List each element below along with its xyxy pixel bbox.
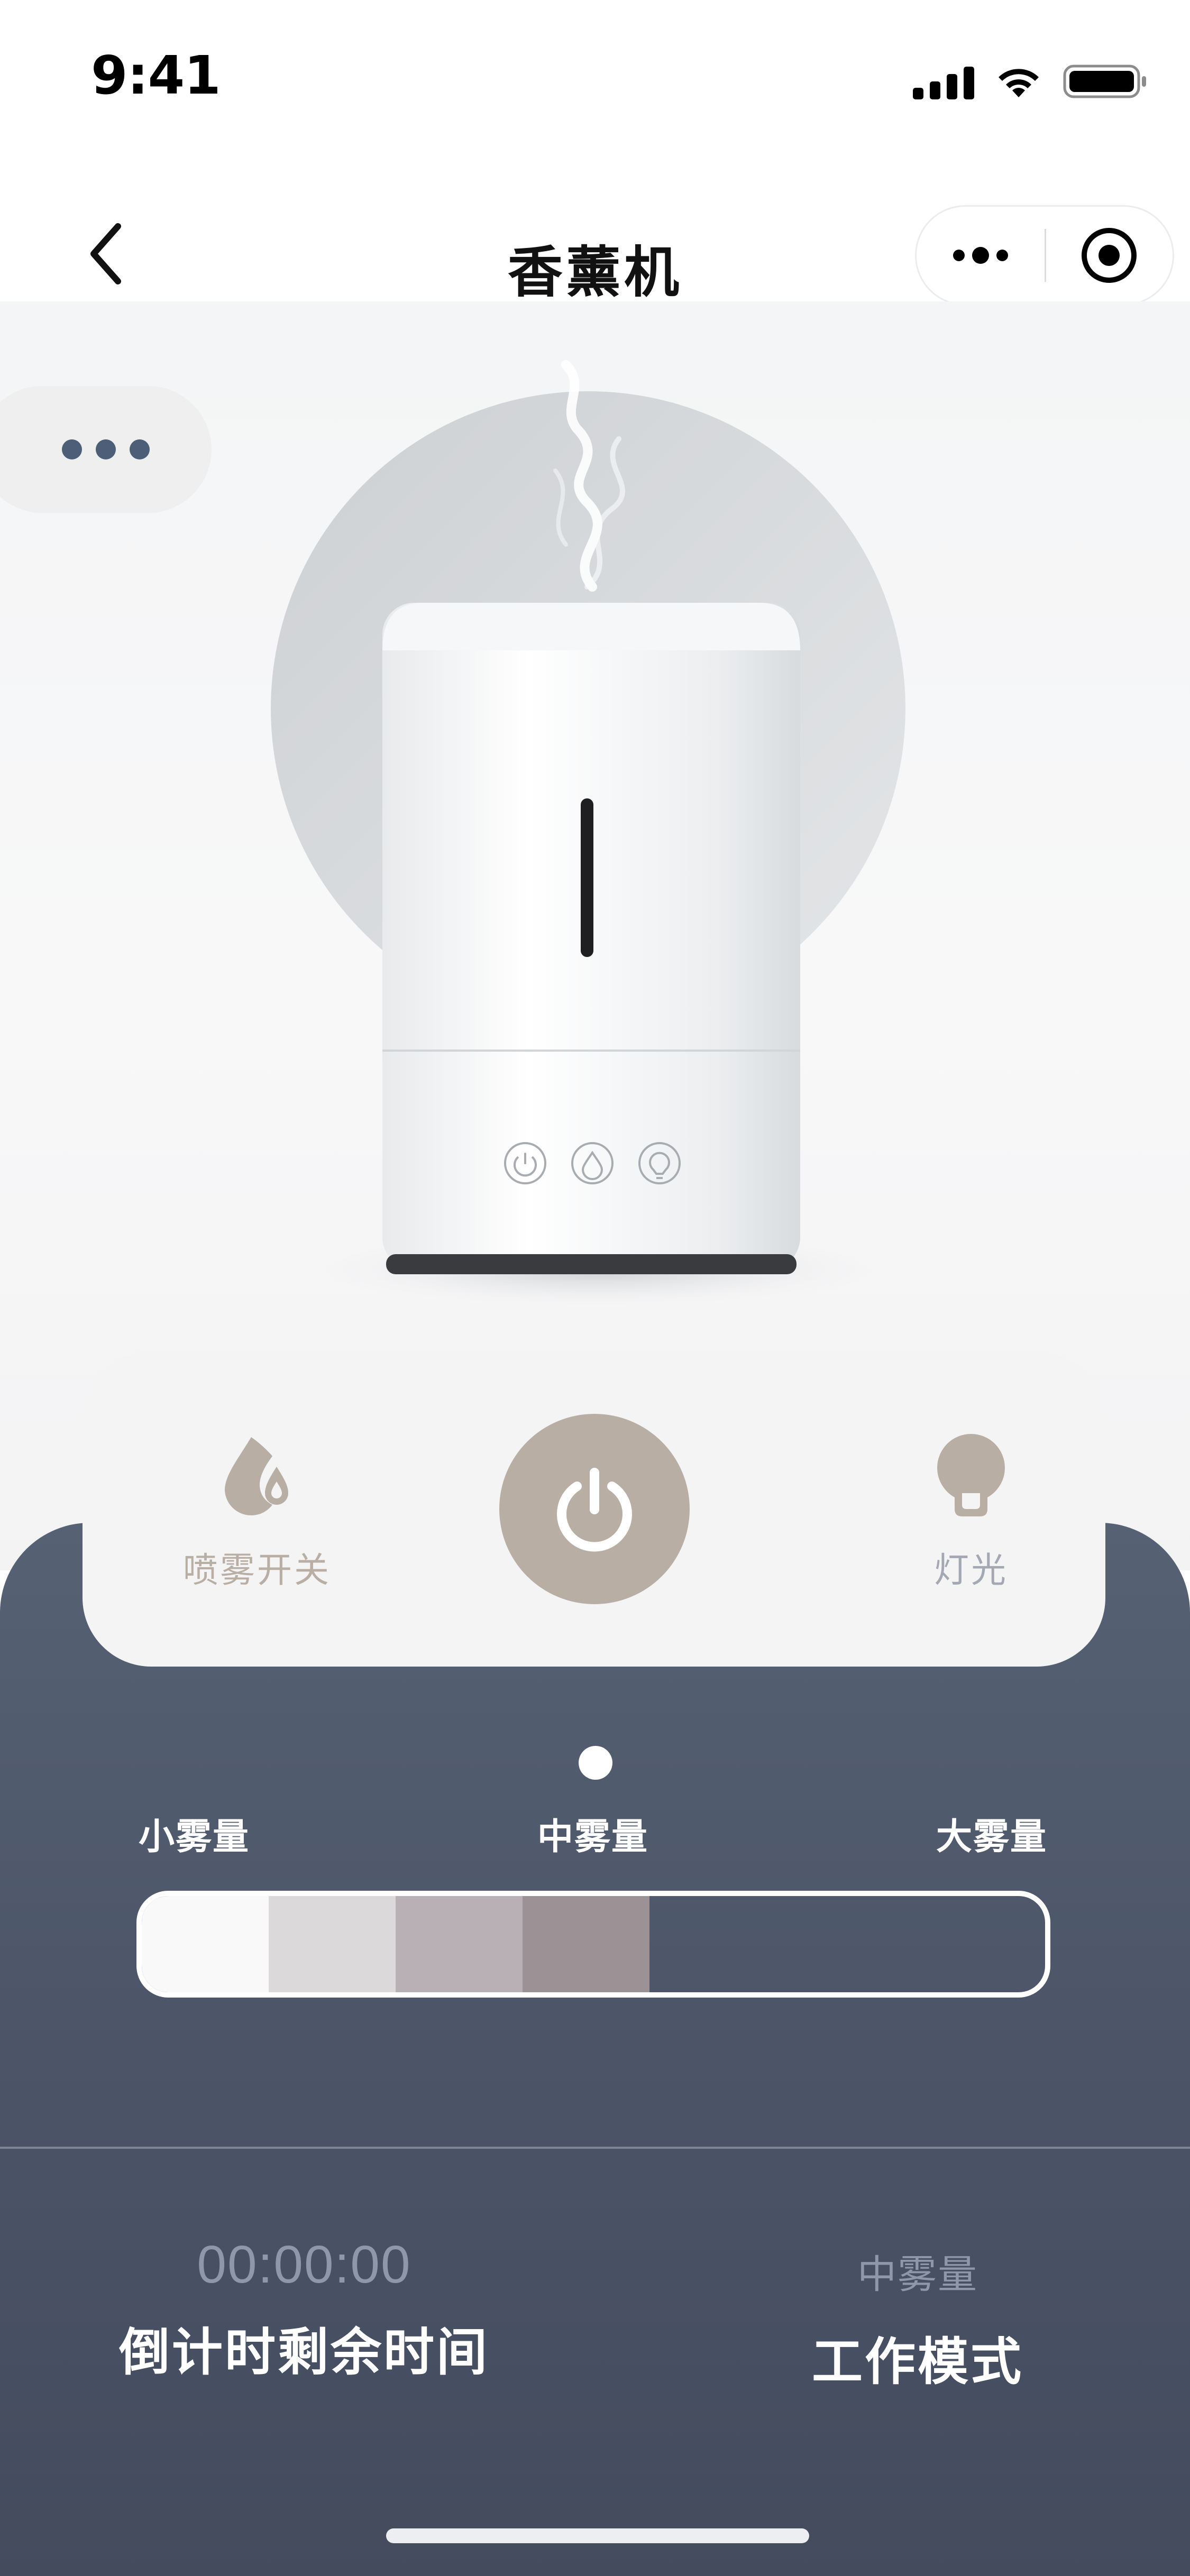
work-mode-caption: 工作模式 — [812, 2332, 1023, 2391]
more-dots-icon — [62, 439, 150, 459]
countdown-stat[interactable]: 00:00:00 倒计时剩余时间 — [85, 2234, 524, 2385]
countdown-value: 00:00:00 — [197, 2235, 411, 2294]
mist-level-segment — [523, 1896, 649, 1992]
light-toggle[interactable]: 灯光 — [860, 1431, 1082, 1593]
spray-toggle[interactable]: 喷雾开关 — [146, 1431, 368, 1593]
countdown-caption: 倒计时剩余时间 — [119, 2323, 489, 2382]
light-toggle-label: 灯光 — [934, 1550, 1008, 1590]
slider-position-dot — [579, 1746, 612, 1780]
level-label-small[interactable]: 小雾量 — [139, 1807, 250, 1860]
more-icon — [953, 247, 1008, 264]
level-label-large[interactable]: 大雾量 — [936, 1807, 1047, 1860]
mist-level-segment — [142, 1896, 269, 1992]
power-icon — [557, 1468, 632, 1552]
more-button[interactable] — [917, 207, 1045, 304]
mist-level-slider[interactable] — [136, 1891, 1050, 1998]
power-button[interactable] — [499, 1414, 690, 1604]
status-time: 9:41 — [91, 44, 221, 106]
wifi-icon — [995, 66, 1042, 99]
close-button[interactable] — [1046, 207, 1173, 304]
bulb-icon — [937, 1434, 1005, 1516]
status-icons — [913, 57, 1148, 99]
work-mode-value: 中雾量 — [857, 2252, 978, 2297]
section-divider — [0, 2147, 1190, 2149]
nav-bar: 香薰机 — [0, 196, 1190, 312]
close-target-icon — [1082, 228, 1137, 283]
mist-level-segment — [269, 1896, 396, 1992]
quick-control-card: 喷雾开关 灯光 — [83, 1351, 1105, 1667]
work-mode-stat[interactable]: 中雾量 工作模式 — [756, 2234, 1079, 2394]
home-indicator — [386, 2528, 809, 2543]
mist-level-segment — [396, 1896, 523, 1992]
level-label-medium[interactable]: 中雾量 — [537, 1807, 648, 1860]
signal-icon — [913, 67, 974, 99]
battery-icon — [1063, 63, 1148, 99]
drop-icon — [225, 1437, 288, 1516]
diffuser-device-image — [271, 360, 905, 1306]
mini-program-capsule — [915, 205, 1174, 306]
device-more-button[interactable] — [0, 386, 212, 513]
control-panel — [0, 1523, 1190, 2576]
status-bar: 9:41 — [0, 0, 1190, 153]
spray-toggle-label: 喷雾开关 — [183, 1550, 331, 1590]
